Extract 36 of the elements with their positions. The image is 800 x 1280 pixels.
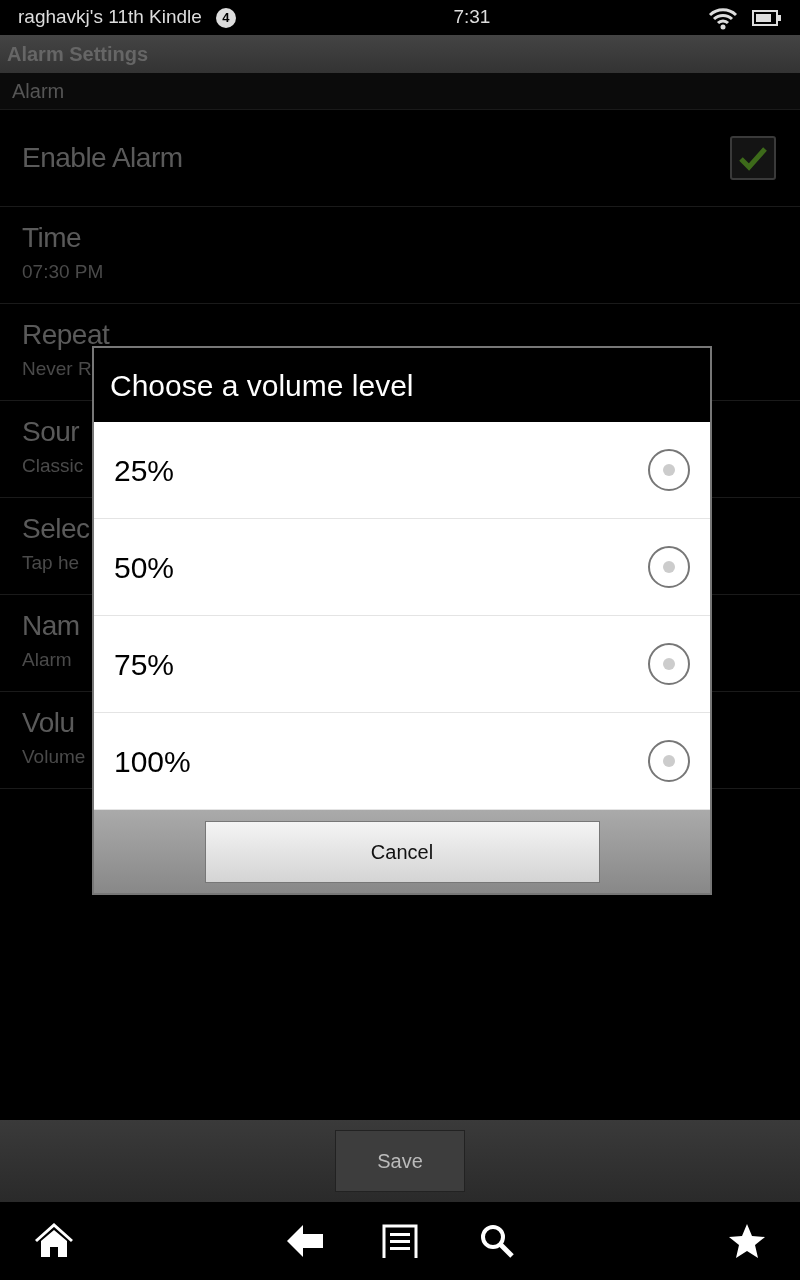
option-label: 50% xyxy=(114,549,175,586)
option-label: 75% xyxy=(114,646,175,683)
cancel-button[interactable]: Cancel xyxy=(204,820,600,883)
radio-button[interactable] xyxy=(648,546,690,588)
radio-button[interactable] xyxy=(648,740,690,782)
star-icon[interactable] xyxy=(728,1223,766,1259)
wifi-icon xyxy=(708,5,738,30)
setting-title: Volu xyxy=(22,708,76,740)
menu-icon[interactable] xyxy=(381,1223,419,1259)
radio-button[interactable] xyxy=(648,643,690,685)
device-name: raghavkj's 11th Kindle xyxy=(18,5,202,30)
setting-title: Enable Alarm xyxy=(22,142,183,174)
setting-value: Volume xyxy=(22,745,86,770)
setting-value: Never R xyxy=(22,357,93,382)
dialog-title: Choose a volume level xyxy=(94,348,710,422)
notification-badge[interactable]: 4 xyxy=(215,7,236,28)
back-icon[interactable] xyxy=(287,1224,325,1258)
save-button[interactable]: Save xyxy=(335,1130,465,1192)
check-icon xyxy=(738,145,768,171)
home-icon[interactable] xyxy=(34,1223,74,1259)
setting-value: 07:30 PM xyxy=(22,260,104,285)
checkbox[interactable] xyxy=(730,136,776,180)
setting-title: Time xyxy=(22,223,83,255)
setting-value: Tap he xyxy=(22,551,81,576)
clock: 7:31 xyxy=(453,5,491,30)
option-label: 100% xyxy=(114,743,191,780)
setting-title: Selec xyxy=(22,514,90,546)
setting-value: Classic xyxy=(22,454,84,479)
radio-button[interactable] xyxy=(648,449,690,491)
section-header: Alarm xyxy=(0,73,800,110)
search-icon[interactable] xyxy=(479,1223,515,1259)
option-label: 25% xyxy=(114,452,175,489)
setting-value: Alarm xyxy=(22,648,73,673)
setting-title: Nam xyxy=(22,611,80,643)
battery-icon xyxy=(752,8,782,27)
setting-title: Sour xyxy=(22,417,81,449)
